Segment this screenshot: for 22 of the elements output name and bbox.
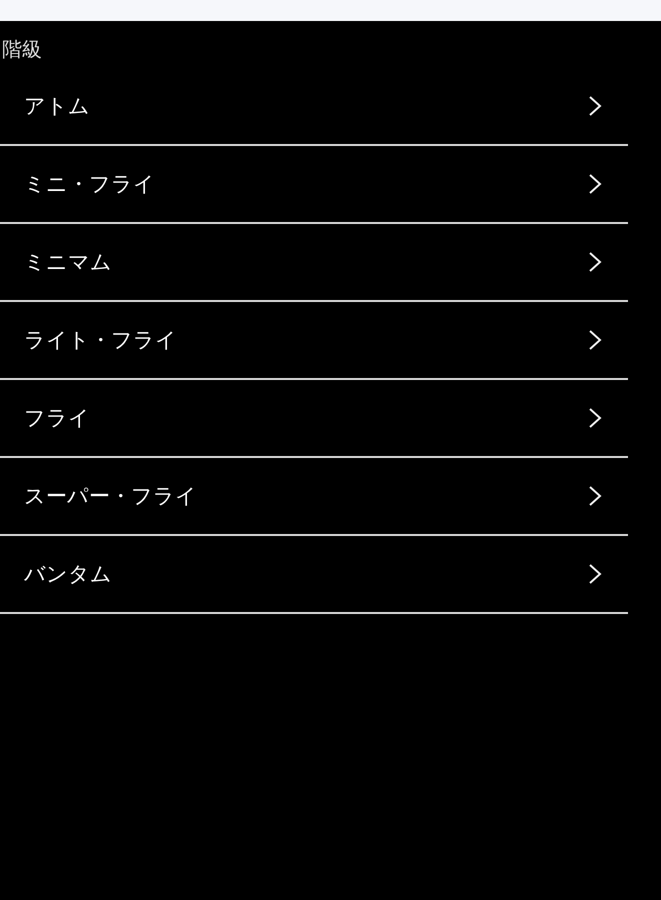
chevron-right-icon [588,173,602,195]
list-item[interactable]: スーパー・フライ [0,458,628,536]
list-item[interactable]: ライト・フライ [0,302,628,380]
chevron-right-icon [588,485,602,507]
chevron-right-icon [588,329,602,351]
item-label: ライト・フライ [24,327,177,354]
list-item[interactable]: バンタム [0,536,628,614]
chevron-right-icon [588,407,602,429]
item-label: ミニ・フライ [24,171,155,198]
list-item[interactable]: ミニマム [0,224,628,302]
chevron-right-icon [588,95,602,117]
list-item[interactable]: アトム [0,68,628,146]
list-item[interactable]: ミニ・フライ [0,146,628,224]
item-label: ミニマム [24,249,112,276]
list-item[interactable]: フライ [0,380,628,458]
item-label: フライ [24,405,90,432]
section-title: 階級 [1,36,43,63]
chevron-right-icon [588,251,602,273]
chevron-right-icon [588,563,602,585]
item-label: スーパー・フライ [24,483,197,510]
item-label: バンタム [24,561,112,588]
item-label: アトム [24,93,90,120]
